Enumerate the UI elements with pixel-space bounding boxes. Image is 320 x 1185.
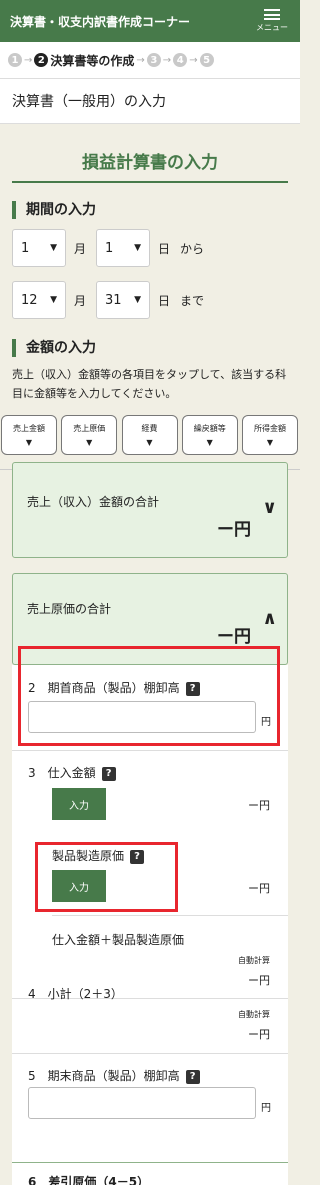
- to-month-select[interactable]: 12 ▼: [12, 281, 66, 319]
- purchase-sum-label: 仕入金額＋製品製造原価: [52, 933, 185, 947]
- category-button-sales[interactable]: 売上金額 ▼: [1, 415, 57, 455]
- date-from-row: 1 ▼ 月 1 ▼ 日 から: [12, 229, 300, 267]
- step-1: 1: [8, 53, 22, 67]
- category-label: 所得金額: [254, 424, 286, 433]
- accordion-title: 売上原価の合計: [27, 602, 112, 616]
- divider: [12, 750, 288, 751]
- closing-inventory-label: 5 期末商品（製品）棚卸高?: [28, 1067, 200, 1084]
- month-unit: 月: [74, 241, 87, 256]
- cost-diff-label: 6 差引原価（4－5）: [28, 1173, 149, 1185]
- app-title: 決算書・収支内訳書作成コーナー: [10, 14, 191, 29]
- divider: [52, 915, 288, 916]
- category-button-expenses[interactable]: 経費 ▼: [121, 415, 178, 455]
- row-title-text: 小計（2＋3）: [47, 987, 123, 1001]
- category-label: 売上原価: [73, 424, 106, 433]
- category-label: 経費: [141, 424, 158, 433]
- divider: [12, 1053, 288, 1054]
- accordion-title: 売上（収入）金額の合計: [27, 495, 160, 509]
- day-unit: 日: [158, 293, 171, 308]
- cogs-detail: 2 期首商品（製品）棚卸高? 円 3 仕入金額? 入力 ー円 製品製造原価? 入…: [12, 646, 288, 1185]
- caret-down-icon: ▼: [134, 243, 142, 253]
- accordion-amount: ー円: [217, 520, 251, 540]
- subtotal-amount: ー円: [248, 1028, 270, 1041]
- amount-heading: 金額の入力: [12, 339, 300, 357]
- amount-instruction: 売上（収入）金額等の各項目をタップして、該当する科目に金額等を入力してください。: [12, 368, 287, 400]
- chevron-down-icon: ∨: [262, 497, 277, 518]
- caret-down-icon: ▼: [134, 295, 142, 305]
- app-header: 決算書・収支内訳書作成コーナー メニュー: [0, 0, 300, 42]
- caret-down-icon: ▼: [146, 438, 153, 447]
- step-arrow-icon: →: [136, 54, 145, 66]
- step-4: 4: [173, 53, 188, 67]
- to-day-select[interactable]: 31 ▼: [96, 281, 151, 319]
- step-5: 5: [199, 53, 214, 67]
- manufacturing-amount: ー円: [248, 882, 270, 895]
- from-day-select[interactable]: 1 ▼: [96, 229, 151, 267]
- help-icon[interactable]: ?: [101, 766, 116, 781]
- menu-label: メニュー: [256, 23, 288, 32]
- purchases-label: 3 仕入金額?: [28, 764, 116, 781]
- menu-button[interactable]: メニュー: [254, 9, 290, 33]
- auto-calc-label: 自動計算: [238, 1010, 270, 1019]
- to-suffix: まで: [180, 293, 205, 308]
- from-month-select[interactable]: 1 ▼: [12, 229, 66, 267]
- period-heading: 期間の入力: [12, 201, 300, 219]
- divider: [12, 1162, 288, 1163]
- day-unit: 日: [158, 241, 171, 256]
- category-button-cogs[interactable]: 売上原価 ▼: [61, 415, 118, 455]
- caret-down-icon: ▼: [86, 438, 93, 447]
- to-day-value: 31: [105, 292, 122, 308]
- step-indicator: 1 → 2 決算書等の作成 → 3 → 4 → 5: [0, 42, 300, 78]
- row-number: 5: [28, 1069, 36, 1083]
- auto-calc-label: 自動計算: [238, 956, 270, 965]
- sales-total-accordion[interactable]: 売上（収入）金額の合計 ー円 ∨: [12, 462, 288, 558]
- from-month-value: 1: [21, 240, 30, 256]
- category-buttons: 売上金額 ▼ 売上原価 ▼ 経費 ▼ 繰戻額等 ▼ 所得金額 ▼: [1, 415, 298, 455]
- step-arrow-icon: →: [162, 54, 172, 66]
- row-title-text: 差引原価（4－5）: [48, 1175, 150, 1185]
- highlight-box: [35, 842, 178, 912]
- highlight-box: [18, 646, 280, 746]
- row-number: 4: [28, 987, 36, 1001]
- to-month-value: 12: [21, 292, 38, 308]
- section-title: 損益計算書の入力: [82, 153, 218, 173]
- category-label: 繰戻額等: [193, 424, 226, 433]
- row-number: 6: [28, 1175, 37, 1185]
- row-title-text: 期末商品（製品）棚卸高: [47, 1069, 180, 1083]
- step-arrow-icon: →: [189, 54, 198, 66]
- from-day-value: 1: [105, 240, 114, 256]
- page-title: 決算書（一般用）の入力: [0, 78, 300, 124]
- month-unit: 月: [74, 293, 87, 308]
- subtotal-label: 4 小計（2＋3）: [28, 985, 123, 1002]
- accordion-amount: ー円: [217, 627, 251, 647]
- section-underline: [12, 181, 288, 183]
- from-suffix: から: [180, 241, 205, 256]
- closing-inventory-input[interactable]: [28, 1087, 256, 1119]
- caret-down-icon: ▼: [25, 438, 33, 447]
- purchase-sum-amount: ー円: [248, 974, 270, 987]
- category-button-carryover[interactable]: 繰戻額等 ▼: [181, 415, 238, 455]
- category-label: 売上金額: [13, 424, 45, 433]
- caret-down-icon: ▼: [266, 438, 274, 447]
- row-number: 3: [28, 766, 36, 780]
- step-arrow-icon: →: [24, 54, 33, 66]
- hamburger-icon: [264, 9, 280, 20]
- caret-down-icon: ▼: [206, 438, 213, 447]
- purchases-input-button[interactable]: 入力: [52, 788, 106, 820]
- step-3: 3: [146, 53, 161, 67]
- row-title-text: 仕入金額: [47, 766, 96, 780]
- caret-down-icon: ▼: [50, 243, 57, 253]
- yen-unit: 円: [261, 1103, 271, 1114]
- category-button-income[interactable]: 所得金額 ▼: [242, 415, 298, 455]
- date-to-row: 12 ▼ 月 31 ▼ 日 まで: [12, 281, 300, 319]
- purchases-amount: ー円: [248, 799, 270, 812]
- help-icon[interactable]: ?: [185, 1069, 200, 1084]
- step-2: 2: [34, 53, 49, 67]
- caret-down-icon: ▼: [50, 295, 57, 305]
- active-step-label: 決算書等の作成: [50, 53, 135, 68]
- chevron-up-icon: ∧: [262, 608, 277, 629]
